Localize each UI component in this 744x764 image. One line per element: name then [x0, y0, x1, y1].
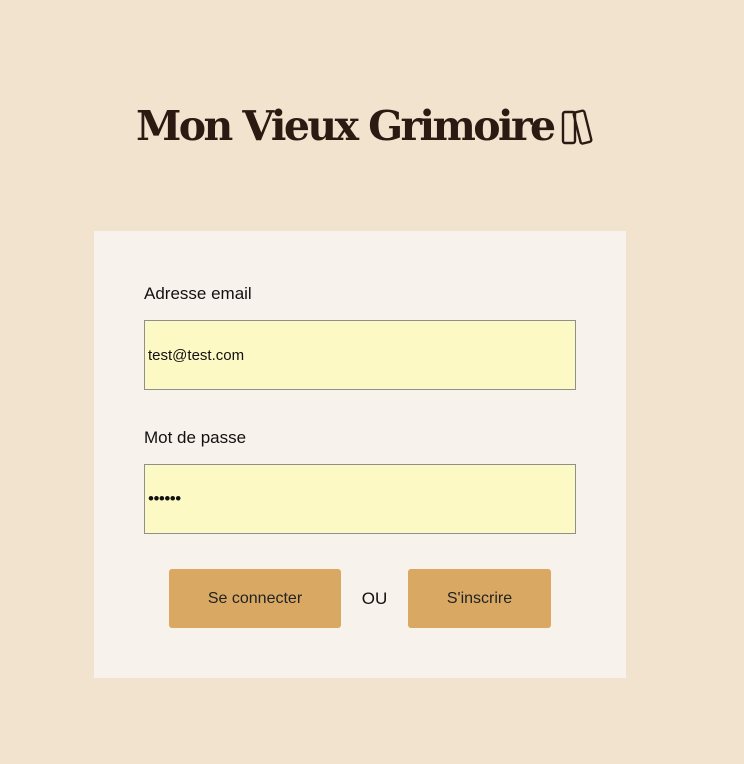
site-header: Mon Vieux Grimoire — [136, 98, 597, 154]
site-title: Mon Vieux Grimoire — [136, 106, 553, 147]
books-icon — [561, 106, 597, 146]
email-field[interactable] — [144, 320, 576, 390]
form-actions: Se connecter OU S'inscrire — [169, 569, 551, 628]
login-card: Adresse email Mot de passe Se connecter … — [94, 231, 626, 678]
login-button[interactable]: Se connecter — [169, 569, 341, 628]
password-label: Mot de passe — [144, 428, 246, 448]
register-button[interactable]: S'inscrire — [408, 569, 551, 628]
email-label: Adresse email — [144, 284, 252, 304]
or-separator: OU — [341, 589, 408, 609]
password-field[interactable] — [144, 464, 576, 534]
